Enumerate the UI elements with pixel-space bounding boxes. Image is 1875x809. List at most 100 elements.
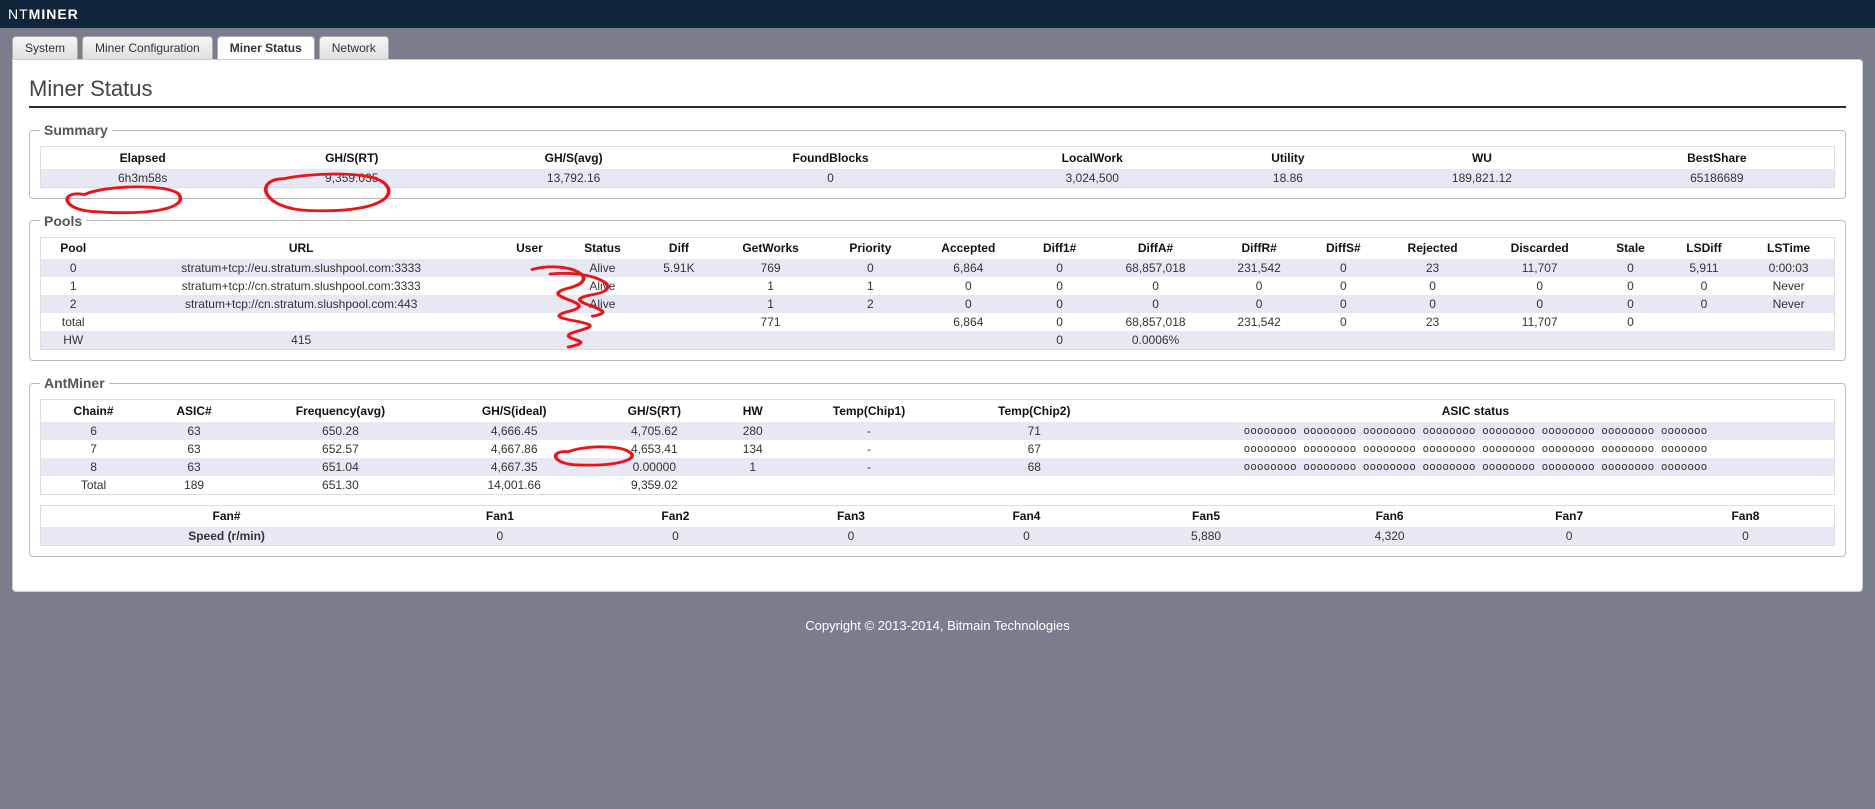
total-label: total — [41, 313, 106, 331]
th-accepted: Accepted — [915, 237, 1022, 259]
cell-diffa: 68,857,018 — [1097, 259, 1213, 277]
cell-user — [497, 277, 562, 295]
cell-local: 3,024,500 — [973, 169, 1212, 188]
fan-label: Speed (r/min) — [41, 527, 413, 546]
th-ghsrt: GH/S(RT) — [244, 147, 459, 169]
th-user: User — [497, 237, 562, 259]
th-chain: Chain# — [41, 400, 147, 422]
th-rejected: Rejected — [1382, 237, 1483, 259]
total-getworks: 771 — [715, 313, 826, 331]
cell-best: 65186689 — [1600, 169, 1835, 188]
cell-ghsrt: 4,653.41 — [590, 440, 720, 458]
fan-6: 4,320 — [1298, 527, 1482, 546]
pool-total-row: total7716,864068,857,018231,54202311,707… — [41, 313, 1835, 331]
th-f4: Fan4 — [939, 505, 1115, 527]
total-user — [497, 313, 562, 331]
cell-stale: 0 — [1596, 259, 1664, 277]
cell-getworks: 1 — [715, 277, 826, 295]
total-lstime — [1743, 313, 1834, 331]
total-lsdiff — [1665, 313, 1744, 331]
chain-total-row: Total189651.3014,001.669,359.02 — [41, 476, 1835, 495]
th-lstime: LSTime — [1743, 237, 1834, 259]
page-title: Miner Status — [29, 76, 1846, 102]
fan-2: 0 — [588, 527, 764, 546]
hw-cell-11 — [1305, 331, 1383, 350]
th-utility: Utility — [1212, 147, 1365, 169]
fan-4: 0 — [939, 527, 1115, 546]
cell-url: stratum+tcp://cn.stratum.slushpool.com:3… — [106, 277, 497, 295]
th-fan: Fan# — [41, 505, 413, 527]
cell-diffr: 0 — [1214, 295, 1305, 313]
page-panel: Miner Status Summary Elapsed GH/S(RT) GH… — [12, 59, 1863, 592]
cell-freq: 650.28 — [242, 422, 439, 440]
fan-1: 0 — [412, 527, 588, 546]
cell-lsdiff: 5,911 — [1665, 259, 1744, 277]
th-diffs: DiffS# — [1305, 237, 1383, 259]
th-diff1: Diff1# — [1022, 237, 1097, 259]
cell-getworks: 1 — [715, 295, 826, 313]
total-diffs: 0 — [1305, 313, 1383, 331]
cell-diff1: 0 — [1022, 277, 1097, 295]
cell-discarded: 0 — [1483, 295, 1596, 313]
total-cell-1: 189 — [146, 476, 242, 495]
brand-bold: MINER — [29, 6, 79, 22]
chain-row: 863651.044,667.350.000001-68oooooooo ooo… — [41, 458, 1835, 476]
cell-diff: 5.91K — [643, 259, 715, 277]
th-url: URL — [106, 237, 497, 259]
th-status: Status — [562, 237, 643, 259]
cell-utility: 18.86 — [1212, 169, 1365, 188]
cell-accepted: 0 — [915, 277, 1022, 295]
tab-miner-configuration[interactable]: Miner Configuration — [82, 36, 213, 59]
cell-astat: oooooooo oooooooo oooooooo oooooooo oooo… — [1117, 440, 1835, 458]
th-ghsrt2: GH/S(RT) — [590, 400, 720, 422]
cell-astat: oooooooo oooooooo oooooooo oooooooo oooo… — [1117, 422, 1835, 440]
th-freq: Frequency(avg) — [242, 400, 439, 422]
cell-discarded: 11,707 — [1483, 259, 1596, 277]
cell-accepted: 0 — [915, 295, 1022, 313]
cell-ghsi: 4,667.86 — [439, 440, 590, 458]
hw-cell-12 — [1382, 331, 1483, 350]
pool-row: 1 stratum+tcp://cn.stratum.slushpool.com:… — [41, 277, 1835, 295]
cell-priority: 2 — [826, 295, 915, 313]
total-cell-7 — [952, 476, 1117, 495]
th-elapsed: Elapsed — [41, 147, 245, 169]
total-priority — [826, 313, 915, 331]
hw-cell-3 — [562, 331, 643, 350]
total-cell-3: 14,001.66 — [439, 476, 590, 495]
th-discarded: Discarded — [1483, 237, 1596, 259]
cell-chain: 8 — [41, 458, 147, 476]
hw-cell-16 — [1743, 331, 1834, 350]
total-discarded: 11,707 — [1483, 313, 1596, 331]
fan-3: 0 — [763, 527, 939, 546]
cell-diffr: 0 — [1214, 277, 1305, 295]
th-stale: Stale — [1596, 237, 1664, 259]
tab-miner-status[interactable]: Miner Status — [217, 36, 315, 59]
footer: Copyright © 2013-2014, Bitmain Technolog… — [0, 604, 1875, 647]
hw-cell-10 — [1214, 331, 1305, 350]
cell-astat: oooooooo oooooooo oooooooo oooooooo oooo… — [1117, 458, 1835, 476]
tab-system[interactable]: System — [12, 36, 78, 59]
total-cell-8 — [1117, 476, 1835, 495]
cell-freq: 651.04 — [242, 458, 439, 476]
cell-diffs: 0 — [1305, 277, 1383, 295]
cell-diff1: 0 — [1022, 295, 1097, 313]
hw-cell-13 — [1483, 331, 1596, 350]
cell-pool: 0 — [41, 259, 106, 277]
brand-logo: NTMINER — [8, 6, 79, 22]
th-f3: Fan3 — [763, 505, 939, 527]
th-ghsavg: GH/S(avg) — [459, 147, 688, 169]
th-f6: Fan6 — [1298, 505, 1482, 527]
cell-hw: 280 — [719, 422, 786, 440]
cell-lstime: 0:00:03 — [1743, 259, 1834, 277]
tab-network[interactable]: Network — [319, 36, 389, 59]
cell-status: Alive — [562, 295, 643, 313]
cell-diff1: 0 — [1022, 259, 1097, 277]
cell-asic: 63 — [146, 440, 242, 458]
cell-freq: 652.57 — [242, 440, 439, 458]
cell-status: Alive — [562, 277, 643, 295]
cell-user — [497, 259, 562, 277]
cell-t2: 71 — [952, 422, 1117, 440]
cell-t2: 68 — [952, 458, 1117, 476]
hw-cell-6 — [826, 331, 915, 350]
cell-lstime: Never — [1743, 277, 1834, 295]
